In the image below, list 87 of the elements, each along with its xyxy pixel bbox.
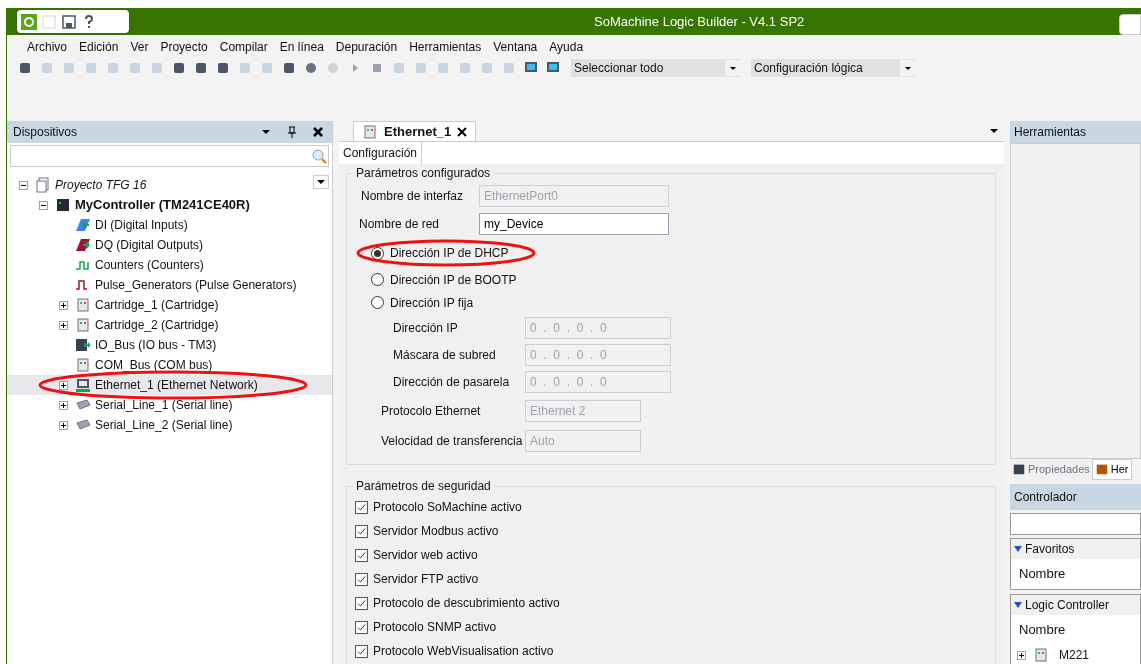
checkbox-label: Protocolo WebVisualisation activo — [373, 643, 554, 660]
close-icon[interactable] — [457, 126, 468, 137]
radio-label: Dirección IP de BOOTP — [390, 271, 517, 289]
menu-item[interactable]: Ver — [130, 38, 149, 56]
menu-item[interactable]: Ayuda — [549, 38, 584, 56]
panel-title: Controlador — [1014, 489, 1077, 507]
checkbox-label: Servidor web activo — [373, 547, 478, 564]
caret-icon — [725, 60, 741, 76]
radio-button[interactable] — [371, 273, 384, 286]
module-icon — [75, 357, 91, 373]
field-label: Máscara de subred — [393, 346, 497, 364]
text-field[interactable]: my_Device — [479, 213, 669, 235]
menu-item[interactable]: Depuración — [335, 38, 398, 56]
tree-item[interactable]: Counters (Counters) — [95, 256, 204, 274]
tree-item[interactable]: COM_Bus (COM bus) — [95, 356, 213, 374]
field-label: Dirección IP — [393, 319, 459, 337]
document-icon — [35, 177, 51, 193]
column-header[interactable]: Nombre — [1019, 564, 1066, 584]
field-label: Nombre de red — [359, 216, 441, 233]
module-icon — [75, 297, 91, 313]
checkbox[interactable] — [355, 596, 368, 610]
menu-item[interactable]: En línea — [279, 38, 324, 56]
search-field[interactable] — [1010, 513, 1141, 536]
panel-title: Herramientas — [1014, 123, 1087, 141]
tree-item[interactable]: Serial_Line_2 (Serial line) — [95, 416, 233, 434]
checkbox[interactable] — [355, 572, 368, 586]
group-title: Parámetros configurados — [355, 165, 492, 182]
expand-toggle[interactable] — [59, 400, 68, 410]
tree-item[interactable]: DI (Digital Inputs) — [95, 216, 188, 234]
menu-item[interactable]: Ventana — [493, 38, 538, 56]
output-icon — [75, 237, 91, 253]
checkbox-label: Servidor Modbus activo — [373, 523, 499, 540]
tree-item[interactable]: MyController (TM241CE40R) — [75, 195, 250, 215]
tree-item[interactable]: Pulse_Generators (Pulse Generators) — [95, 276, 297, 294]
column-header[interactable]: Nombre — [1019, 620, 1066, 640]
tree-item[interactable]: M221 — [1053, 646, 1090, 664]
tree-item[interactable]: Proyecto TFG 16 — [55, 176, 147, 194]
controller-icon — [55, 197, 71, 213]
menu-item[interactable]: Proyecto — [160, 38, 208, 56]
checkbox[interactable] — [355, 500, 368, 514]
expand-toggle[interactable] — [59, 420, 68, 430]
expand-toggle[interactable] — [59, 320, 68, 330]
radio-label: Dirección IP fija — [390, 294, 474, 312]
panel-title: Dispositivos — [13, 124, 78, 141]
radio-button[interactable] — [371, 296, 384, 309]
checkbox[interactable] — [355, 620, 368, 634]
tree-item[interactable]: Cartridge_2 (Cartridge) — [95, 316, 219, 334]
menu-item[interactable]: Herramientas — [409, 38, 482, 56]
tree-item[interactable]: IO_Bus (IO bus - TM3) — [95, 336, 217, 354]
tree-item[interactable]: DQ (Digital Outputs) — [95, 236, 204, 254]
menu-item[interactable]: Compilar — [219, 38, 268, 56]
checkbox-label: Protocolo SNMP activo — [373, 619, 497, 636]
module-icon — [1033, 647, 1049, 664]
checkbox-label: Servidor FTP activo — [373, 571, 479, 588]
field-label: Protocolo Ethernet — [381, 402, 482, 420]
document-tab[interactable]: Ethernet_1 — [353, 121, 477, 141]
group-title: Parámetros de seguridad — [355, 478, 492, 495]
field-label: Velocidad de transferencia — [381, 433, 524, 450]
dropdown-button[interactable] — [313, 175, 329, 189]
checkbox[interactable] — [355, 524, 368, 538]
dropdown[interactable]: Configuración lógica — [751, 59, 916, 77]
expand-toggle[interactable] — [1017, 650, 1026, 660]
expand-toggle[interactable] — [59, 300, 68, 310]
menu-item[interactable]: Edición — [79, 38, 119, 56]
menu-item[interactable]: Archivo — [27, 38, 67, 56]
module-icon — [75, 317, 91, 333]
tree-item[interactable]: Cartridge_1 (Cartridge) — [95, 296, 219, 314]
checkbox[interactable] — [355, 548, 368, 562]
search-icon — [310, 147, 328, 165]
settings-icon[interactable] — [21, 13, 37, 30]
expand-toggle[interactable] — [59, 380, 68, 390]
field-label: Dirección de pasarela — [393, 373, 511, 391]
input-icon — [75, 217, 91, 233]
radio-label: Dirección IP de DHCP — [390, 245, 509, 262]
field-label: Nombre de interfaz — [361, 188, 465, 205]
dropdown[interactable]: Seleccionar todo — [571, 59, 741, 77]
window-title: SoMachine Logic Builder - V4.1 SP2 — [594, 12, 805, 31]
collapse-toggle[interactable] — [39, 200, 48, 210]
collapse-toggle[interactable] — [19, 180, 28, 190]
search-field[interactable] — [10, 145, 329, 167]
checkbox[interactable] — [355, 644, 368, 658]
checkbox-label: Protocolo de descubrimiento activo — [373, 595, 560, 612]
caret-icon — [900, 60, 916, 76]
bus-icon — [75, 337, 91, 353]
tree-item[interactable]: Serial_Line_1 (Serial line) — [95, 396, 233, 414]
module-icon — [362, 123, 378, 140]
checkbox-label: Protocolo SoMachine activo — [373, 499, 522, 516]
